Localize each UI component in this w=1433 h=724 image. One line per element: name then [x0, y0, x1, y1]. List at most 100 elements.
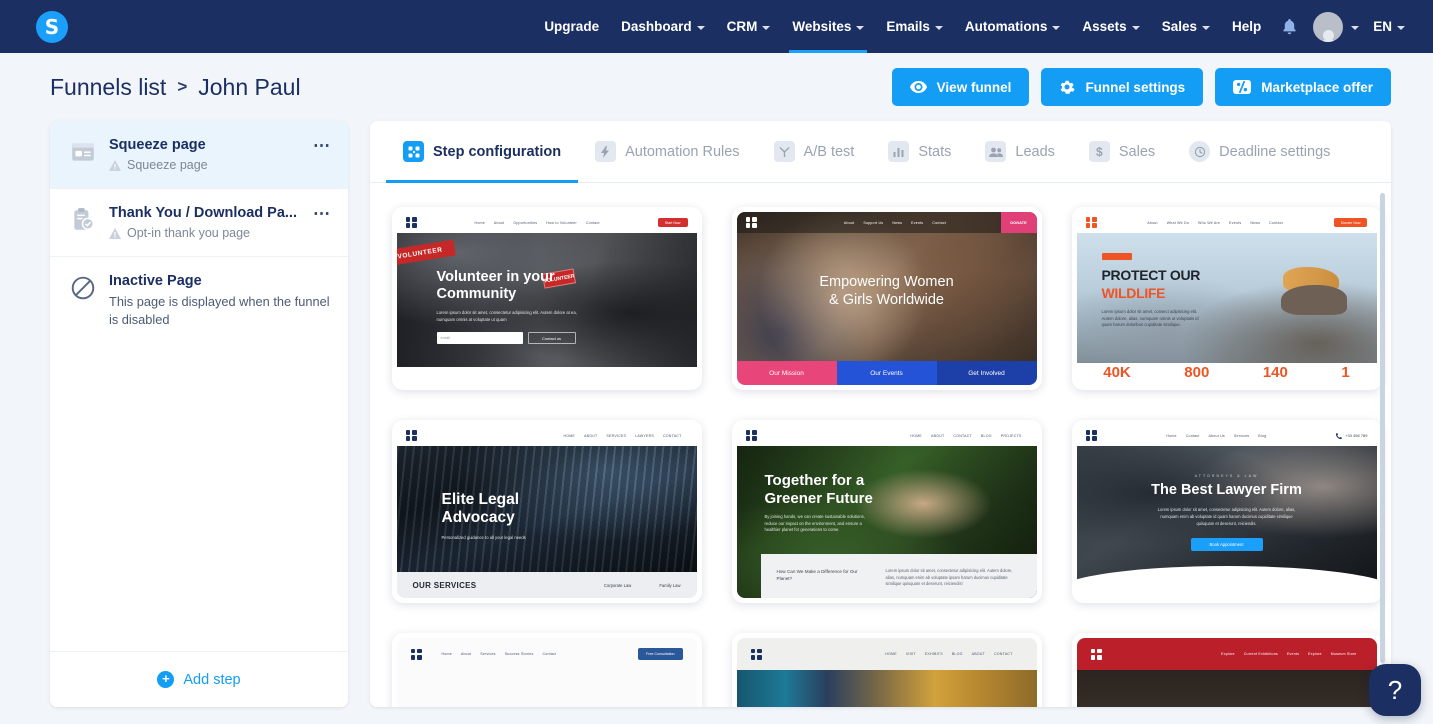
step-menu-button[interactable]: ⋯	[310, 205, 334, 223]
nav-item-automations[interactable]: Automations	[954, 0, 1072, 53]
step-title: Inactive Page	[109, 273, 202, 289]
nav-link: ABOUT	[931, 433, 945, 438]
nav-label: Dashboard	[621, 19, 692, 34]
template-cta: Donate Now	[1333, 218, 1368, 227]
template-stat: 800	[1184, 364, 1210, 381]
template-logo-icon	[745, 430, 757, 441]
template-logo-icon	[1085, 430, 1097, 441]
nav-label: Websites	[792, 19, 852, 34]
tab-automation-rules[interactable]: Automation Rules	[578, 121, 756, 182]
chevron-down-icon[interactable]	[1351, 25, 1360, 30]
nav-item-help[interactable]: Help	[1221, 0, 1272, 53]
panel-tabs: Step configuration Automation Rules A/B …	[370, 121, 1391, 183]
nav-link: BLOG	[980, 433, 992, 438]
template-card-text: Lorem ipsum dolor sit amet, consectetur …	[885, 568, 1013, 587]
bolt-icon	[595, 141, 617, 162]
nav-link: HOME	[563, 433, 576, 438]
language-selector[interactable]: EN	[1359, 19, 1411, 34]
nav-item-sales[interactable]: Sales	[1151, 0, 1221, 53]
step-subtitle: Opt-in thank you page	[127, 226, 250, 240]
template-paragraph: Personalized guidance to all your legal …	[441, 534, 526, 540]
nav-label: Emails	[886, 19, 930, 34]
tab-step-configuration[interactable]: Step configuration	[386, 121, 579, 183]
funnel-settings-button[interactable]: Funnel settings	[1041, 68, 1204, 106]
top-navigation-bar: S Upgrade Dashboard CRM Websites Emails …	[0, 0, 1433, 53]
template-eyebrow: ATTORNEYS & LAW	[1194, 474, 1259, 478]
breadcrumb-funnels-list[interactable]: Funnels list	[50, 74, 166, 101]
tab-sales[interactable]: $ Sales	[1072, 121, 1172, 182]
sidebar-step-squeeze-page[interactable]: Squeeze page Squeeze page ⋯	[50, 121, 348, 189]
template-nav-links: Home About Opportunities How to Voluntee…	[475, 221, 600, 225]
nav-link: Events	[911, 220, 924, 225]
sidebar-step-inactive-page[interactable]: Inactive Page This page is displayed whe…	[50, 257, 348, 345]
nav-label: CRM	[726, 19, 758, 34]
step-config-icon	[403, 141, 424, 162]
warning-icon	[109, 227, 121, 239]
template-stat: 140	[1262, 364, 1288, 381]
template-nav-links: Home Contact About Us Services Blog	[1166, 434, 1266, 438]
template-card-blue-corporate[interactable]: Home About Services Success Stories Cont…	[391, 633, 702, 707]
nav-link: About	[460, 652, 472, 656]
tab-label: Automation Rules	[625, 143, 740, 160]
template-card-elite-legal-advocacy[interactable]: HOME ABOUT SERVICES LAWYERS CONTACT Elit…	[391, 420, 702, 603]
brand-logo[interactable]: S	[36, 10, 68, 43]
dollar-icon: $	[1088, 141, 1110, 162]
nav-item-emails[interactable]: Emails	[875, 0, 954, 53]
add-step-button[interactable]: + Add step	[50, 651, 348, 707]
template-card-red-museum[interactable]: Explore Current Exhibitions Events Explo…	[1071, 633, 1382, 707]
nav-link: SERVICES	[606, 433, 627, 438]
template-nav-links: About Support Us News Events Contact	[844, 221, 946, 225]
marketplace-offer-label: Marketplace offer	[1261, 79, 1373, 95]
nav-item-websites[interactable]: Websites	[781, 0, 875, 53]
nav-link: VISIT	[905, 652, 916, 656]
sidebar-step-thank-you-page[interactable]: Thank You / Download Pa... Opt-in thank …	[50, 189, 348, 257]
nav-item-crm[interactable]: CRM	[716, 0, 782, 53]
template-card-museum-art[interactable]: HOME VISIT EXHIBITS BLOG ABOUT CONTACT	[731, 633, 1042, 707]
nav-link: Home	[441, 652, 452, 656]
nav-link: Services	[1233, 433, 1250, 438]
tab-stats[interactable]: Stats	[871, 121, 968, 182]
template-card-greener-future[interactable]: HOME ABOUT CONTACT BLOG PROJECTS Togethe…	[731, 420, 1042, 603]
notification-bell-icon[interactable]	[1272, 18, 1307, 36]
template-card-volunteer-community[interactable]: Home About Opportunities How to Voluntee…	[391, 207, 702, 390]
funnel-step-panel: Step configuration Automation Rules A/B …	[370, 121, 1391, 707]
avatar[interactable]	[1313, 11, 1344, 42]
gear-icon	[1061, 80, 1076, 94]
tag-percent-icon	[1233, 80, 1252, 94]
template-card-title: How Can We Make a Difference for Our Pla…	[776, 569, 858, 582]
panel-scrollbar[interactable]	[1380, 193, 1385, 663]
nav-link: Success Stories	[504, 652, 534, 656]
top-nav-items: Upgrade Dashboard CRM Websites Emails Au…	[533, 0, 1411, 53]
tab-leads[interactable]: Leads	[968, 121, 1072, 182]
template-headline: Volunteer in your Community	[436, 269, 555, 303]
marketplace-offer-button[interactable]: Marketplace offer	[1215, 68, 1391, 106]
step-menu-button[interactable]: ⋯	[310, 137, 334, 155]
nav-item-dashboard[interactable]: Dashboard	[610, 0, 716, 53]
thank-you-page-icon	[74, 208, 95, 230]
help-button[interactable]: ?	[1369, 664, 1421, 716]
nav-link: CONTACT	[953, 433, 972, 438]
template-card-empowering-women[interactable]: About Support Us News Events Contact DON…	[731, 207, 1042, 390]
view-funnel-button[interactable]: View funnel	[891, 68, 1030, 106]
nav-item-assets[interactable]: Assets	[1071, 0, 1150, 53]
tab-deadline-settings[interactable]: Deadline settings	[1172, 121, 1347, 182]
template-headline: Empowering Women & Girls Worldwide	[819, 274, 954, 308]
template-logo-icon	[750, 648, 762, 660]
step-texts: Inactive Page This page is displayed whe…	[109, 273, 334, 329]
nav-link: Home	[474, 220, 485, 225]
template-card-best-lawyer-firm[interactable]: Home Contact About Us Services Blog +33 …	[1071, 420, 1382, 603]
template-headline: The Best Lawyer Firm	[1151, 482, 1302, 498]
tab-ab-test[interactable]: A/B test	[757, 121, 872, 182]
nav-link: CONTACT	[662, 433, 682, 438]
template-card-protect-wildlife[interactable]: About What We Do Who We Are Events News …	[1071, 207, 1382, 390]
template-footer-buttons: Our Mission Our Events Get Involved	[736, 361, 1037, 385]
nav-link: Events	[1229, 220, 1242, 225]
squeeze-page-icon	[72, 143, 94, 161]
template-scroll-area[interactable]: Home About Opportunities How to Voluntee…	[370, 183, 1391, 707]
template-logo-icon	[405, 217, 417, 228]
step-description: This page is displayed when the funnel i…	[109, 294, 330, 328]
nav-item-upgrade[interactable]: Upgrade	[533, 0, 610, 53]
nav-link: About	[1147, 220, 1158, 225]
template-cta: DONATE	[1000, 212, 1037, 233]
template-headline-accent: WILDLIFE	[1101, 285, 1166, 301]
